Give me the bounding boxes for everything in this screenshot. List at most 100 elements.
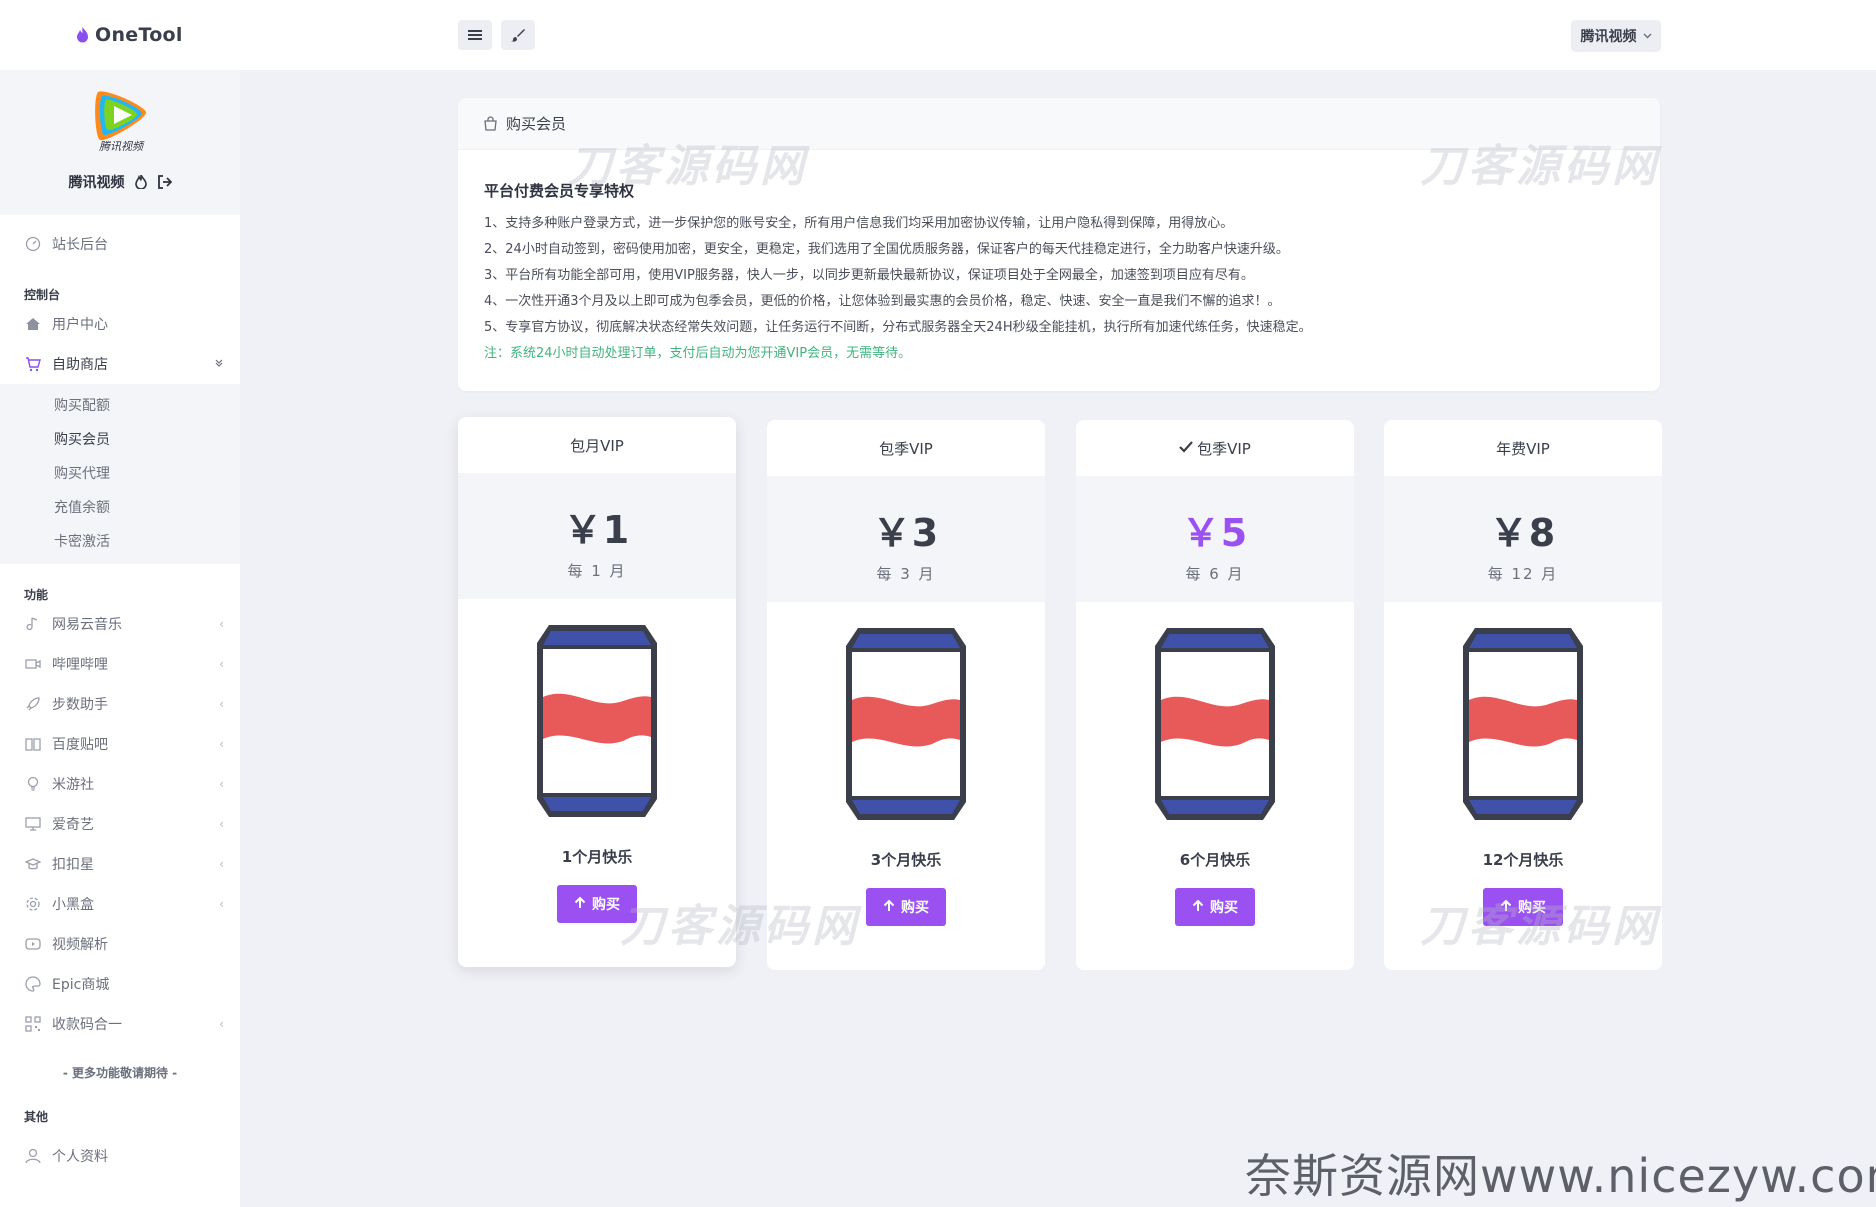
logout-icon[interactable]: [157, 175, 172, 189]
arrow-up-icon: [883, 899, 895, 916]
sidebar-item-label: 收款码合一: [52, 1017, 122, 1033]
plan-price: ￥1: [563, 508, 631, 552]
plan-price-block: ￥1 每 1 月: [458, 473, 736, 599]
plan-card-header: 包季VIP: [1076, 420, 1354, 476]
plan-price-block: ￥5 每 6 月: [1076, 476, 1354, 602]
submenu-item-card-activate[interactable]: 卡密激活: [0, 524, 240, 558]
chevron-down-icon: [1643, 33, 1651, 39]
sidebar-item-baidu-tieba[interactable]: 百度贴吧 ‹: [0, 724, 240, 764]
plan-period: 每 12 月: [1487, 565, 1559, 583]
privilege-line: 4、一次性开通3个月及以上即可成为包季会员，更低的价格，让您体验到最实惠的会员价…: [484, 294, 1281, 309]
sidebar: 腾讯视频 腾讯视频 站长后台 控制台 用户中心 自助商店 购买配额 购买会员 购…: [0, 70, 240, 1207]
section-console: 控制台: [24, 288, 61, 302]
qrcode-icon: [25, 1016, 41, 1032]
top-header: OneTool 腾讯视频: [0, 0, 1876, 70]
sidebar-item-xiaoheihe[interactable]: 小黑盒 ‹: [0, 884, 240, 924]
buy-button-label: 购买: [901, 900, 929, 916]
gear-icon: [25, 896, 41, 912]
sidebar-item-netease-music[interactable]: 网易云音乐 ‹: [0, 604, 240, 644]
sidebar-item-kouko-star[interactable]: 扣扣星 ‹: [0, 844, 240, 884]
play-circle-icon: [25, 936, 41, 952]
soda-can-icon: [767, 602, 1045, 840]
plan-card: 包季VIP ￥3 每 3 月 3个月快乐购买: [767, 420, 1045, 970]
feature-list: 网易云音乐 ‹ 哔哩哔哩 ‹ 步数助手 ‹ 百度贴吧 ‹ 米游社 ‹ 爱奇艺 ‹…: [0, 604, 240, 1044]
plan-price: ￥8: [1489, 511, 1557, 555]
double-chevron-down-icon: [214, 357, 224, 371]
plan-period: 每 3 月: [876, 565, 936, 583]
arrow-up-icon: [1500, 899, 1512, 916]
plan-card-header: 包月VIP: [458, 417, 736, 473]
submenu-item-buy-agent[interactable]: 购买代理: [0, 456, 240, 490]
plan-card: 包月VIP ￥1 每 1 月 1个月快乐购买: [458, 417, 736, 967]
flame-icon[interactable]: [134, 175, 147, 189]
sidebar-item-payment-qrcode[interactable]: 收款码合一 ‹: [0, 1004, 240, 1044]
membership-notice-panel: 购买会员 平台付费会员专享特权 1、支持多种账户登录方式，进一步保护您的账号安全…: [458, 98, 1660, 391]
plan-name: 包季VIP: [879, 439, 933, 458]
submenu-item-buy-quota[interactable]: 购买配额: [0, 388, 240, 422]
sidebar-item-label: 步数助手: [52, 697, 108, 713]
chevron-left-icon: ‹: [219, 817, 224, 831]
buy-button-label: 购买: [1210, 900, 1238, 916]
sidebar-item-admin[interactable]: 站长后台: [0, 224, 240, 264]
privilege-line: 1、支持多种账户登录方式，进一步保护您的账号安全，所有用户信息我们均采用加密协议…: [484, 216, 1234, 231]
plan-card-header: 年费VIP: [1384, 420, 1662, 476]
sidebar-item-label: 站长后台: [52, 237, 108, 253]
buy-button[interactable]: 购买: [866, 888, 946, 926]
plan-price: ￥5: [1181, 511, 1249, 555]
chevron-left-icon: ‹: [219, 897, 224, 911]
sidebar-item-user-center[interactable]: 用户中心: [0, 304, 240, 344]
plan-label: 1个月快乐: [561, 848, 633, 866]
site-selector[interactable]: 腾讯视频: [1571, 20, 1661, 52]
submenu-item-recharge[interactable]: 充值余额: [0, 490, 240, 524]
plan-period: 每 6 月: [1185, 565, 1245, 583]
shopping-bag-icon: [484, 116, 497, 131]
chevron-left-icon: ‹: [219, 1017, 224, 1031]
plan-period: 每 1 月: [567, 562, 627, 580]
buy-button[interactable]: 购买: [1483, 888, 1563, 926]
plan-price-block: ￥3 每 3 月: [767, 476, 1045, 602]
section-features: 功能: [24, 588, 49, 602]
plan-card: 包季VIP ￥5 每 6 月 6个月快乐购买: [1076, 420, 1354, 970]
graduation-cap-icon: [25, 856, 41, 872]
arrow-up-icon: [574, 896, 586, 913]
dashboard-icon: [25, 236, 41, 252]
brand-logo[interactable]: OneTool: [76, 22, 183, 48]
plan-label: 3个月快乐: [870, 851, 942, 869]
sidebar-item-bilibili[interactable]: 哔哩哔哩 ‹: [0, 644, 240, 684]
checkmark-icon: [1179, 439, 1193, 457]
plan-name: 包月VIP: [570, 436, 624, 455]
site-selector-label: 腾讯视频: [1580, 29, 1637, 45]
chevron-left-icon: ‹: [219, 777, 224, 791]
video-camera-icon: [25, 656, 41, 672]
panel-body: 平台付费会员专享特权 1、支持多种账户登录方式，进一步保护您的账号安全，所有用户…: [458, 150, 1660, 367]
sidebar-item-label: 小黑盒: [52, 897, 94, 913]
privileges-title: 平台付费会员专享特权: [484, 182, 635, 200]
panel-header-title: 购买会员: [506, 115, 567, 133]
theme-button[interactable]: [501, 20, 535, 50]
sidebar-item-step-helper[interactable]: 步数助手 ‹: [0, 684, 240, 724]
sidebar-item-miyoushe[interactable]: 米游社 ‹: [0, 764, 240, 804]
privilege-line: 3、平台所有功能全部可用，使用VIP服务器，快人一步，以同步更新最快最新协议，保…: [484, 268, 1254, 283]
soda-can-icon: [1076, 602, 1354, 840]
sidebar-item-epic-store[interactable]: Epic商城: [0, 964, 240, 1004]
sidebar-item-iqiyi[interactable]: 爱奇艺 ‹: [0, 804, 240, 844]
flame-icon: [77, 27, 88, 43]
profile-name: 腾讯视频: [68, 175, 125, 191]
arrow-up-icon: [1192, 899, 1204, 916]
profile-panel: 腾讯视频 腾讯视频: [0, 70, 240, 215]
sidebar-item-video-parse[interactable]: 视频解析: [0, 924, 240, 964]
sidebar-item-shop[interactable]: 自助商店: [0, 344, 240, 384]
buy-button[interactable]: 购买: [557, 885, 637, 923]
soda-can-icon: [1384, 602, 1662, 840]
panel-header: 购买会员: [458, 98, 1660, 150]
sidebar-toggle-button[interactable]: [458, 20, 492, 50]
plan-label: 6个月快乐: [1179, 851, 1251, 869]
buy-button[interactable]: 购买: [1175, 888, 1255, 926]
submenu-item-buy-membership[interactable]: 购买会员: [0, 422, 240, 456]
sidebar-item-profile[interactable]: 个人资料: [0, 1136, 240, 1176]
shop-submenu: 购买配额 购买会员 购买代理 充值余额 卡密激活: [0, 384, 240, 564]
privilege-line: 2、24小时自动签到，密码使用加密，更安全，更稳定，我们选用了全国优质服务器，保…: [484, 242, 1289, 257]
chevron-left-icon: ‹: [219, 697, 224, 711]
sidebar-item-label: 网易云音乐: [52, 617, 122, 633]
sidebar-nav: 站长后台 控制台 用户中心 自助商店 购买配额 购买会员 购买代理 充值余额 卡…: [0, 220, 240, 1176]
